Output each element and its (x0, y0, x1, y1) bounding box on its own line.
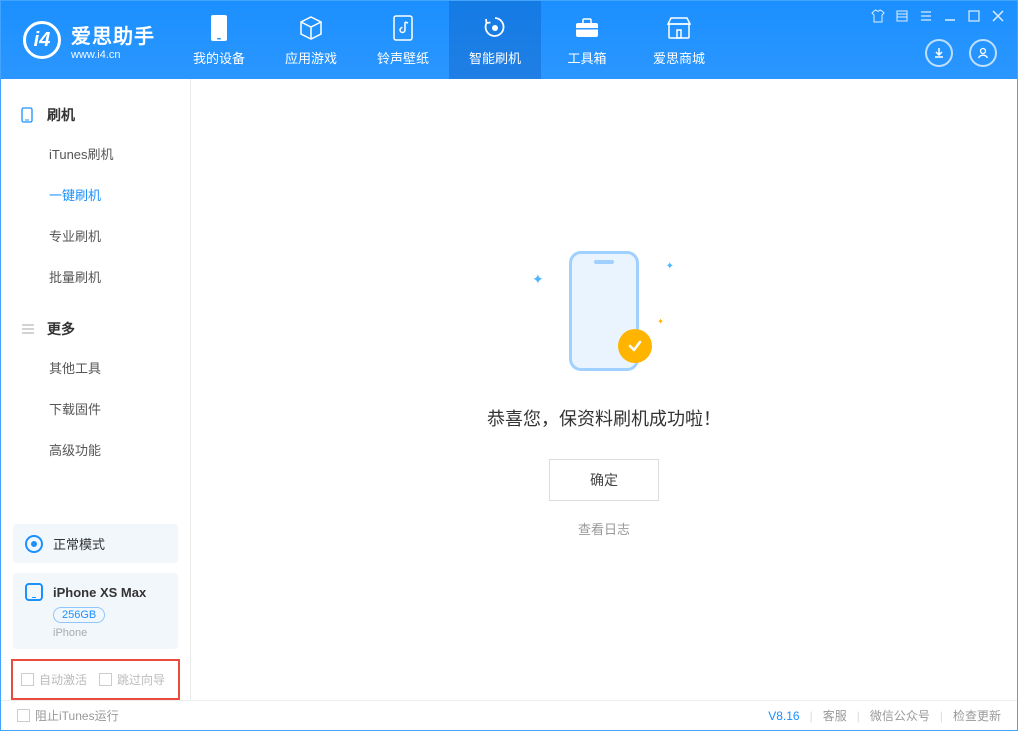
sidebar-item-oneclick-flash[interactable]: 一键刷机 (1, 174, 190, 215)
checkbox-icon (99, 673, 112, 686)
nav-label: 工具箱 (567, 48, 606, 67)
store-icon (665, 14, 693, 42)
device-panel: 正常模式 iPhone XS Max 256GB iPhone 自动激活 跳过向… (1, 524, 190, 700)
version-label: V8.16 (768, 709, 799, 723)
more-icon (21, 323, 37, 335)
nav-tab-toolbox[interactable]: 工具箱 (541, 1, 633, 79)
separator: | (857, 709, 860, 723)
separator: | (810, 709, 813, 723)
sidebar-section-flash: 刷机 (1, 97, 190, 133)
checkbox-icon (17, 709, 30, 722)
nav-label: 应用游戏 (285, 48, 337, 67)
device-capacity: 256GB (53, 607, 105, 623)
checkbox-icon (21, 673, 34, 686)
body-area: 刷机 iTunes刷机 一键刷机 专业刷机 批量刷机 更多 其他工具 下载固件 … (1, 79, 1017, 700)
device-name: iPhone XS Max (53, 585, 146, 600)
main-content: ✦ ✦ ✦ 恭喜您，保资料刷机成功啦！ 确定 查看日志 (191, 79, 1017, 700)
nav-label: 铃声壁纸 (377, 48, 429, 67)
sidebar-section-more: 更多 (1, 311, 190, 347)
checkbox-label: 阻止iTunes运行 (35, 707, 119, 724)
sidebar-item-download-firmware[interactable]: 下载固件 (1, 388, 190, 429)
nav-label: 爱思商城 (653, 48, 705, 67)
cube-icon (297, 14, 325, 42)
phone-small-icon (21, 107, 37, 123)
confirm-button[interactable]: 确定 (549, 459, 659, 501)
checkbox-auto-activate[interactable]: 自动激活 (21, 671, 87, 688)
refresh-shield-icon (481, 14, 509, 42)
nav-tabs: 我的设备 应用游戏 铃声壁纸 智能刷机 工具箱 爱思商城 (173, 1, 725, 79)
device-row: iPhone XS Max (25, 583, 166, 601)
check-update-link[interactable]: 检查更新 (953, 707, 1001, 724)
sidebar-item-advanced[interactable]: 高级功能 (1, 429, 190, 470)
nav-tab-apps[interactable]: 应用游戏 (265, 1, 357, 79)
sparkle-icon: ✦ (657, 317, 664, 326)
sidebar-item-pro-flash[interactable]: 专业刷机 (1, 215, 190, 256)
logo-text: 爱思助手 www.i4.cn (71, 20, 155, 61)
logo-area: i4 爱思助手 www.i4.cn (1, 20, 173, 61)
maximize-icon[interactable] (967, 9, 981, 26)
app-subtitle: www.i4.cn (71, 49, 155, 61)
minimize-icon[interactable] (943, 9, 957, 26)
sparkle-icon: ✦ (532, 271, 544, 288)
support-link[interactable]: 客服 (823, 707, 847, 724)
sidebar-item-batch-flash[interactable]: 批量刷机 (1, 256, 190, 297)
user-button[interactable] (969, 39, 997, 67)
device-mode-label: 正常模式 (53, 534, 105, 553)
sidebar-item-other-tools[interactable]: 其他工具 (1, 347, 190, 388)
nav-tab-flash[interactable]: 智能刷机 (449, 1, 541, 79)
section-title: 更多 (47, 319, 75, 339)
device-type: iPhone (53, 627, 166, 639)
device-info-box[interactable]: iPhone XS Max 256GB iPhone (13, 573, 178, 649)
success-message: 恭喜您，保资料刷机成功啦！ (487, 405, 721, 431)
check-badge-icon (618, 329, 652, 363)
toolbox-icon (573, 14, 601, 42)
sidebar-item-itunes-flash[interactable]: iTunes刷机 (1, 133, 190, 174)
options-highlight-box: 自动激活 跳过向导 (11, 659, 180, 700)
device-mode-box[interactable]: 正常模式 (13, 524, 178, 563)
music-file-icon (389, 14, 417, 42)
wechat-link[interactable]: 微信公众号 (870, 707, 930, 724)
checkbox-skip-guide[interactable]: 跳过向导 (99, 671, 165, 688)
list-icon[interactable] (919, 9, 933, 26)
header-actions (925, 39, 997, 67)
device-small-icon (25, 583, 43, 601)
mode-icon (25, 535, 43, 553)
app-header: i4 爱思助手 www.i4.cn 我的设备 应用游戏 铃声壁纸 智能刷机 工具… (1, 1, 1017, 79)
shirt-icon[interactable] (871, 9, 885, 26)
success-illustration: ✦ ✦ ✦ (514, 241, 694, 381)
checkbox-label: 跳过向导 (117, 671, 165, 688)
menu-icon[interactable] (895, 9, 909, 26)
nav-tab-store[interactable]: 爱思商城 (633, 1, 725, 79)
checkbox-label: 自动激活 (39, 671, 87, 688)
checkbox-block-itunes[interactable]: 阻止iTunes运行 (17, 707, 119, 724)
nav-tab-device[interactable]: 我的设备 (173, 1, 265, 79)
status-bar: 阻止iTunes运行 V8.16 | 客服 | 微信公众号 | 检查更新 (1, 700, 1017, 730)
device-icon (205, 14, 233, 42)
window-controls (871, 9, 1005, 26)
close-icon[interactable] (991, 9, 1005, 26)
sparkle-icon: ✦ (666, 261, 674, 272)
footer-right: V8.16 | 客服 | 微信公众号 | 检查更新 (768, 707, 1001, 724)
app-logo-icon: i4 (23, 21, 61, 59)
separator: | (940, 709, 943, 723)
download-button[interactable] (925, 39, 953, 67)
nav-label: 我的设备 (193, 48, 245, 67)
nav-tab-ringtones[interactable]: 铃声壁纸 (357, 1, 449, 79)
section-title: 刷机 (47, 105, 75, 125)
nav-label: 智能刷机 (469, 48, 521, 67)
app-title: 爱思助手 (71, 20, 155, 49)
sidebar: 刷机 iTunes刷机 一键刷机 专业刷机 批量刷机 更多 其他工具 下载固件 … (1, 79, 191, 700)
view-log-link[interactable]: 查看日志 (578, 519, 630, 538)
